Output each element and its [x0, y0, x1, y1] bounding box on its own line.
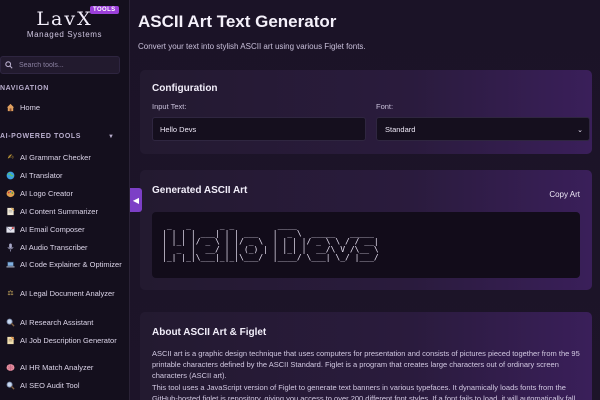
chevron-down-icon[interactable]: ▼	[108, 134, 114, 140]
ascii-output-box[interactable]: _ _ _ _ ____ | | | | ___| | | ___ | _ \ …	[152, 212, 580, 278]
generated-ascii-title: Generated ASCII Art	[152, 185, 248, 196]
sidebar-item-label: AI Logo Creator	[20, 189, 73, 198]
brand-badge: TOOLS	[90, 6, 119, 14]
laptop-icon	[6, 260, 15, 269]
sidebar-item-seo-audit[interactable]: AI SEO Audit Tool	[6, 380, 126, 391]
sidebar-item-label: AI Content Summarizer	[20, 207, 98, 216]
font-label: Font:	[376, 102, 394, 111]
sidebar-item-label: AI Job Description Generator	[20, 336, 117, 345]
sidebar-item-job-description[interactable]: AI Job Description Generator	[6, 335, 126, 346]
sidebar-collapse-button[interactable]: ◀	[130, 188, 142, 212]
notepad-icon	[6, 336, 15, 345]
search-input[interactable]	[19, 61, 109, 69]
main-content: ASCII Art Text Generator Convert your te…	[130, 0, 600, 400]
input-text-field[interactable]	[152, 117, 366, 141]
scales-icon: ⚖	[7, 290, 14, 297]
sidebar-item-code-explainer[interactable]: AI Code Explainer & Optimizer	[6, 259, 126, 270]
sidebar-item-grammar-checker[interactable]: ✍ AI Grammar Checker	[6, 152, 126, 163]
sidebar-item-label: AI Translator	[20, 171, 63, 180]
page-title: ASCII Art Text Generator	[138, 12, 337, 31]
sidebar-item-label: AI HR Match Analyzer	[20, 363, 94, 372]
sidebar-item-label: Home	[20, 103, 41, 112]
ai-tools-section-label[interactable]: AI-POWERED TOOLS	[0, 133, 81, 140]
search-icon	[5, 61, 13, 69]
brand-subtitle: Managed Systems	[26, 29, 103, 39]
sidebar-item-translator[interactable]: AI Translator	[6, 170, 126, 181]
search-box[interactable]	[0, 56, 120, 74]
sidebar-item-hr-match[interactable]: AI HR Match Analyzer	[6, 362, 126, 373]
sidebar-item-label: AI Grammar Checker	[20, 153, 91, 162]
sidebar-item-label: AI SEO Audit Tool	[20, 381, 80, 390]
about-title: About ASCII Art & Figlet	[152, 327, 267, 338]
sidebar-item-content-summarizer[interactable]: AI Content Summarizer	[6, 206, 126, 217]
magnifier-icon	[6, 318, 15, 327]
navigation-section-label: NAVIGATION	[0, 85, 49, 92]
ascii-art-output: _ _ _ _ ____ | | | | ___| | | ___ | _ \ …	[162, 221, 379, 262]
envelope-icon	[6, 225, 15, 234]
generated-ascii-card: Generated ASCII Art Copy Art _ _ _ _ ___…	[140, 170, 592, 290]
brand-logo[interactable]: LavX Managed Systems TOOLS	[0, 0, 129, 48]
sidebar-item-label: AI Audio Transcriber	[20, 243, 88, 252]
memo-icon	[6, 207, 15, 216]
sidebar-item-home[interactable]: Home	[6, 102, 126, 113]
globe-icon	[6, 171, 15, 180]
sidebar-item-label: AI Email Composer	[20, 225, 85, 234]
magnifier-icon	[6, 381, 15, 390]
pencil-icon: ✍	[7, 154, 14, 161]
about-card: About ASCII Art & Figlet ASCII art is a …	[140, 312, 592, 400]
sidebar-item-label: AI Legal Document Analyzer	[20, 289, 115, 298]
page-description: Convert your text into stylish ASCII art…	[138, 42, 366, 51]
microphone-icon	[6, 243, 15, 252]
sidebar-item-audio-transcriber[interactable]: AI Audio Transcriber	[6, 242, 126, 253]
about-paragraph-1: ASCII art is a graphic design technique …	[152, 349, 580, 380]
sidebar-item-email-composer[interactable]: AI Email Composer	[6, 224, 126, 235]
home-icon	[6, 103, 15, 112]
brand-name: LavX	[36, 7, 93, 30]
sidebar-item-label: AI Research Assistant	[20, 318, 94, 327]
configuration-title: Configuration	[152, 83, 218, 94]
copy-art-button[interactable]: Copy Art	[549, 190, 580, 199]
sidebar-item-research-assistant[interactable]: AI Research Assistant	[6, 317, 126, 328]
configuration-card: Configuration Input Text: Font: Standard…	[140, 70, 592, 154]
sidebar-item-legal-analyzer[interactable]: ⚖ AI Legal Document Analyzer	[6, 288, 126, 299]
brain-icon	[6, 363, 15, 372]
sidebar-item-label: AI Code Explainer & Optimizer	[20, 260, 122, 269]
sidebar: LavX Managed Systems TOOLS NAVIGATION Ho…	[0, 0, 130, 400]
input-text-label: Input Text:	[152, 102, 187, 111]
about-paragraph-2: This tool uses a JavaScript version of F…	[152, 383, 576, 400]
palette-icon	[6, 189, 15, 198]
font-select-value: Standard	[385, 124, 416, 134]
font-select[interactable]: Standard ⌄	[376, 117, 590, 141]
chevron-left-icon: ◀	[132, 195, 140, 205]
sidebar-item-logo-creator[interactable]: AI Logo Creator	[6, 188, 126, 199]
chevron-down-icon: ⌄	[577, 127, 583, 134]
